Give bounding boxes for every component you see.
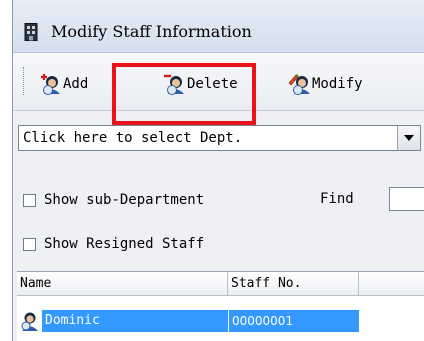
edit-user-icon — [288, 74, 310, 95]
toolbar-grip[interactable] — [23, 67, 27, 95]
dept-dropdown-button[interactable] — [397, 126, 420, 150]
column-header-filler — [359, 272, 424, 296]
filter-panel: Show sub-Department Find Show Resigned S… — [13, 152, 424, 270]
toolbar: Add Delete Modify — [13, 53, 424, 111]
show-resigned-checkbox[interactable] — [23, 237, 36, 251]
modify-label: Modify — [312, 76, 363, 92]
show-sub-department-label: Show sub-Department — [44, 192, 205, 208]
show-sub-department-checkbox[interactable] — [23, 193, 36, 207]
row-staff-no-cell[interactable]: 00000001 — [229, 310, 359, 332]
delete-user-icon — [164, 74, 184, 95]
dept-select-value: Click here to select Dept. — [23, 130, 243, 146]
show-sub-department-option[interactable]: Show sub-Department — [23, 189, 204, 211]
dept-select[interactable]: Click here to select Dept. — [18, 125, 421, 151]
staff-grid: Name Staff No. Dominic 00000001 — [17, 271, 424, 341]
staff-window: Modify Staff Information Add Delete Modi… — [12, 0, 424, 341]
delete-button[interactable]: Delete — [163, 71, 238, 97]
delete-label: Delete — [187, 76, 238, 92]
show-resigned-option[interactable]: Show Resigned Staff — [23, 233, 204, 255]
title-bar[interactable]: Modify Staff Information — [13, 0, 424, 53]
add-button[interactable]: Add — [39, 71, 88, 97]
chevron-down-icon — [404, 135, 414, 141]
show-resigned-label: Show Resigned Staff — [44, 236, 205, 252]
column-header-name[interactable]: Name — [17, 272, 228, 296]
add-label: Add — [63, 76, 89, 92]
column-header-staff-no[interactable]: Staff No. — [228, 272, 359, 296]
add-user-icon — [41, 74, 60, 95]
row-name-cell[interactable]: Dominic — [42, 310, 228, 332]
staff-person-icon — [21, 312, 38, 331]
window-title: Modify Staff Information — [51, 22, 252, 41]
find-input[interactable] — [389, 187, 424, 211]
find-label: Find — [320, 191, 354, 207]
modify-button[interactable]: Modify — [288, 71, 363, 97]
app-building-icon — [24, 23, 38, 41]
table-row[interactable]: Dominic 00000001 — [17, 310, 424, 334]
